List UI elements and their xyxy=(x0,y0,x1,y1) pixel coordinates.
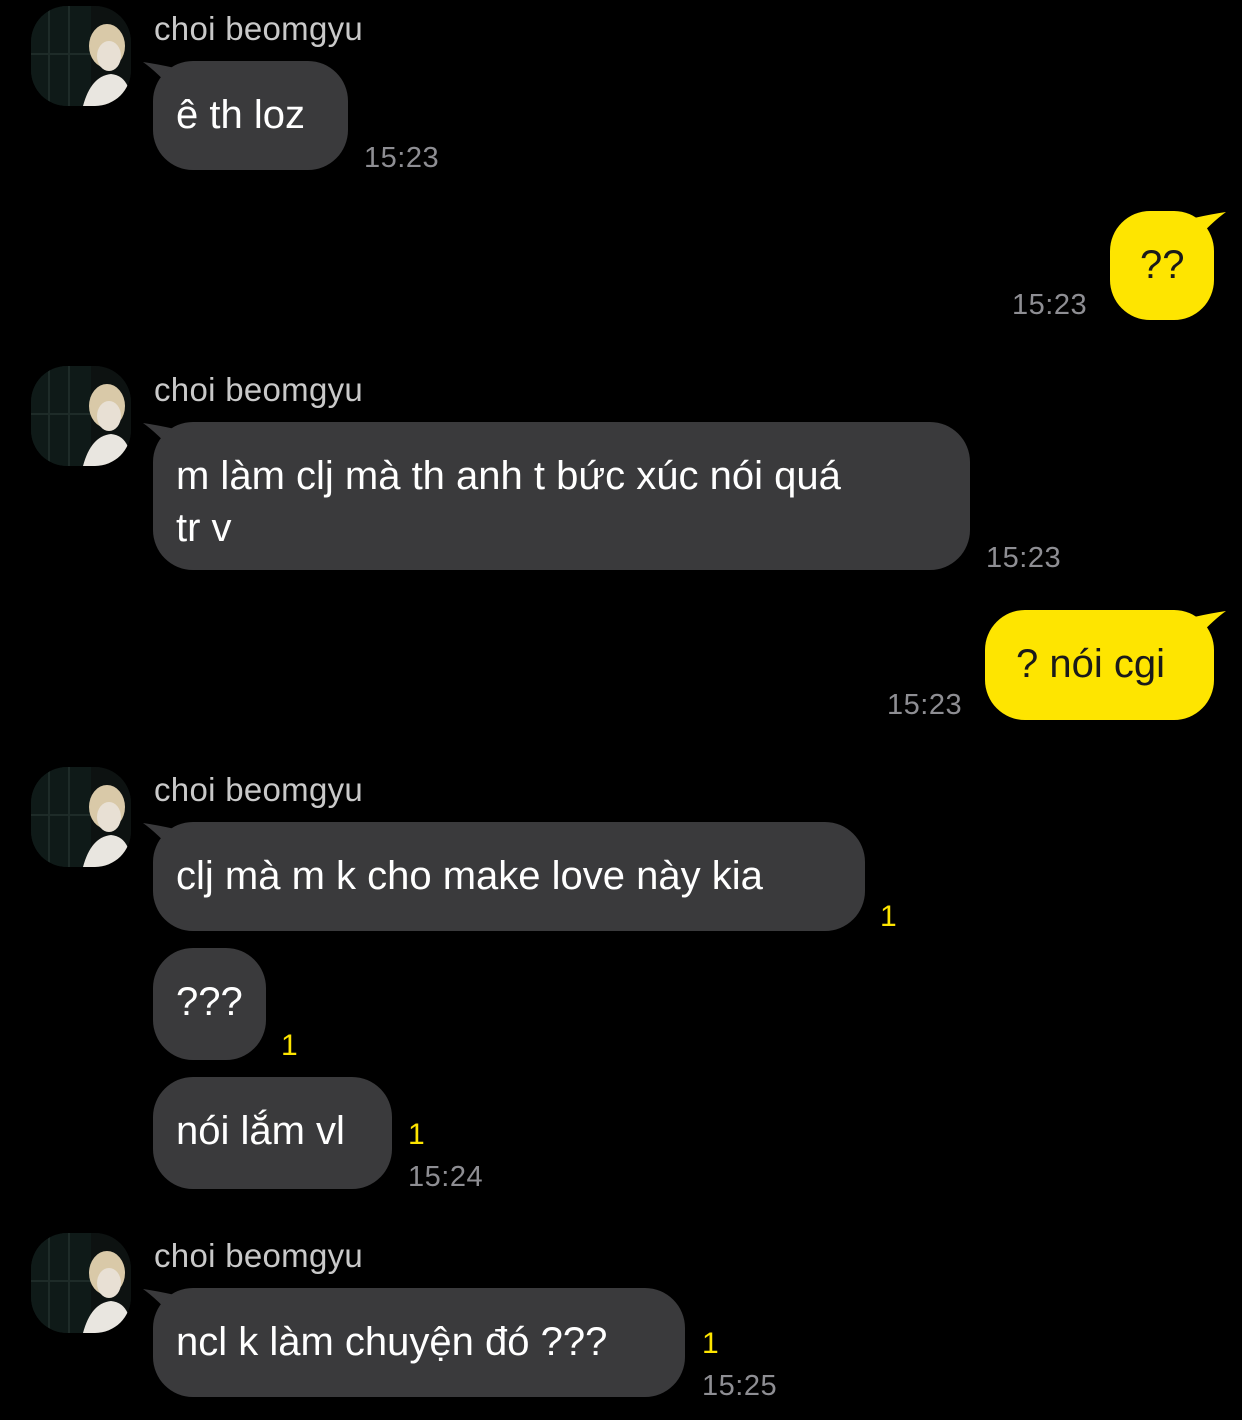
unread-count: 1 xyxy=(702,1327,719,1360)
contact-avatar[interactable] xyxy=(31,366,131,466)
sender-name: choi beomgyu xyxy=(154,1237,364,1274)
message-timestamp: 15:23 xyxy=(1012,289,1088,321)
message-timestamp: 15:25 xyxy=(702,1370,778,1402)
incoming-message-bubble[interactable]: clj mà m k cho make love này kia xyxy=(153,822,865,931)
incoming-message-bubble[interactable]: ??? xyxy=(153,948,266,1060)
bubble-tail xyxy=(1194,212,1226,242)
incoming-message-bubble[interactable]: m làm clj mà th anh t bức xúc nói quá tr… xyxy=(153,422,970,570)
message-timestamp: 15:23 xyxy=(986,542,1062,574)
incoming-message-bubble[interactable]: ê th loz xyxy=(153,61,348,170)
contact-avatar[interactable] xyxy=(31,1233,131,1333)
message-timestamp: 15:23 xyxy=(887,689,963,721)
unread-count: 1 xyxy=(880,900,897,933)
contact-avatar[interactable] xyxy=(31,767,131,867)
incoming-message-bubble[interactable]: nói lắm vl xyxy=(153,1077,392,1189)
outgoing-message-bubble[interactable]: ? nói cgi xyxy=(985,610,1214,720)
bubble-tail xyxy=(1194,611,1226,641)
sender-name: choi beomgyu xyxy=(154,771,364,808)
chat-message-list[interactable]: choi beomgyu ê th loz 15:23 ?? 15:23 cho… xyxy=(0,0,1242,1420)
message-timestamp: 15:23 xyxy=(364,142,440,174)
sender-name: choi beomgyu xyxy=(154,10,364,47)
unread-count: 1 xyxy=(281,1029,298,1062)
contact-avatar[interactable] xyxy=(31,6,131,106)
message-timestamp: 15:24 xyxy=(408,1161,484,1193)
incoming-message-bubble[interactable]: ncl k làm chuyện đó ??? xyxy=(153,1288,685,1397)
sender-name: choi beomgyu xyxy=(154,371,364,408)
unread-count: 1 xyxy=(408,1118,425,1151)
